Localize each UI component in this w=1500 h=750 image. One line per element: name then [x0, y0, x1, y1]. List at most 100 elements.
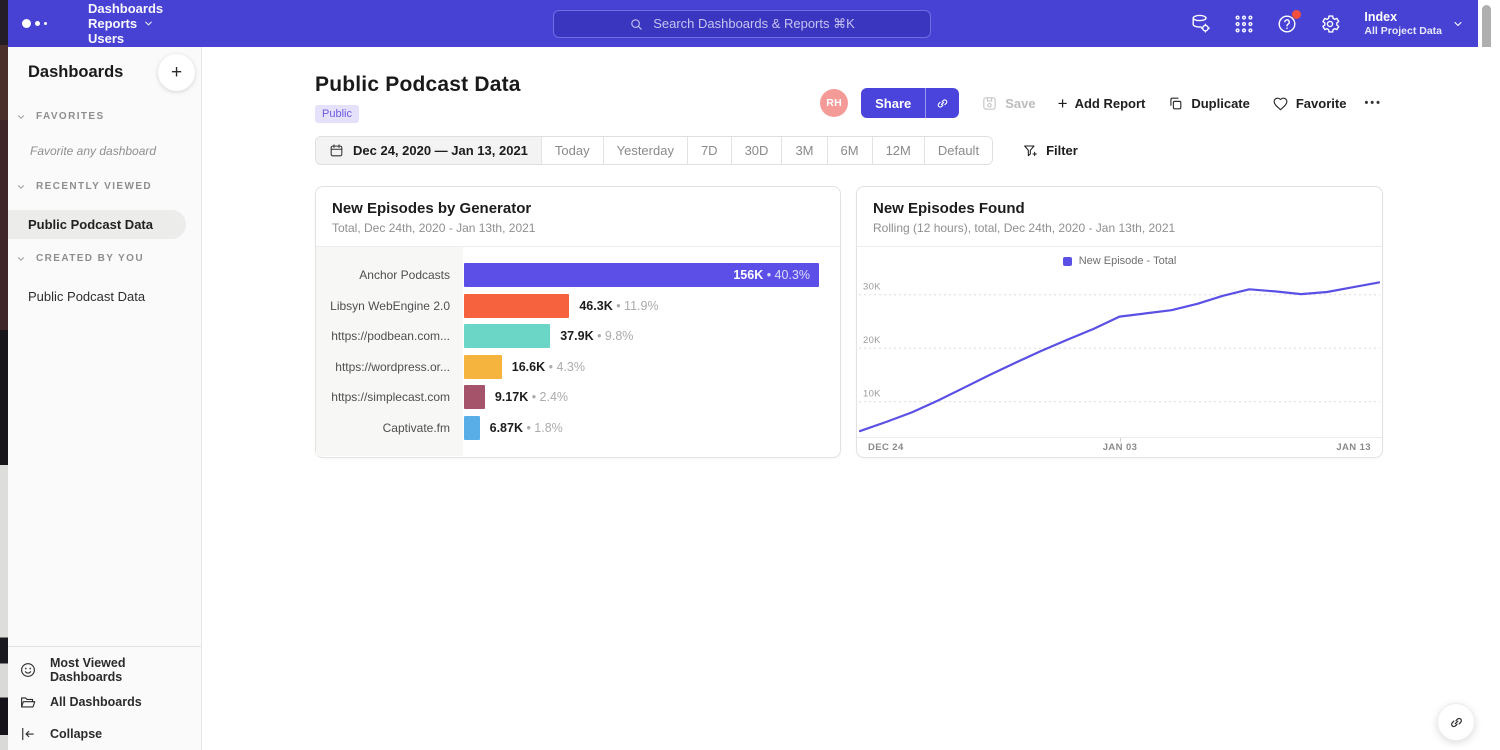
notification-badge [1292, 10, 1301, 19]
x-axis-tick [1120, 438, 1121, 442]
filter-button[interactable]: Filter [1022, 143, 1078, 159]
preset-today[interactable]: Today [541, 137, 603, 164]
page-title: Public Podcast Data [315, 73, 521, 97]
app-logo-icon[interactable] [22, 19, 64, 28]
legend-swatch [1063, 257, 1072, 266]
preset-3m[interactable]: 3M [781, 137, 826, 164]
most-viewed-dashboards-button[interactable]: Most Viewed Dashboards [8, 654, 201, 686]
section-created-by-you[interactable]: CREATED BY YOU [16, 253, 144, 264]
bar-category-label: Anchor Podcasts [316, 268, 463, 282]
nav-item-reports[interactable]: Reports [88, 16, 163, 31]
card-new-episodes-found: New Episodes Found Rolling (12 hours), t… [856, 186, 1383, 458]
preset-30d[interactable]: 30D [731, 137, 782, 164]
chevron-down-icon [143, 18, 154, 29]
all-dashboards-button[interactable]: All Dashboards [8, 686, 201, 718]
bar-value-label: 156K • 40.3% [733, 268, 819, 282]
bar-category-label: Captivate.fm [316, 421, 463, 435]
bar-segment[interactable] [464, 385, 485, 409]
save-button[interactable]: Save [981, 95, 1035, 112]
y-tick-label: 30K [863, 282, 881, 293]
bar-value-label: 9.17K • 2.4% [495, 390, 568, 404]
navbar-right-cluster: Index All Project Data [1190, 0, 1464, 47]
visibility-badge: Public [315, 105, 359, 123]
bar-segment[interactable] [464, 294, 569, 318]
bar-row: Libsyn WebEngine 2.046.3K • 11.9% [316, 291, 840, 322]
primary-nav: DashboardsReportsUsers [64, 1, 163, 46]
line-chart: New Episode - Total 10K20K30K DEC 24 JAN… [857, 247, 1382, 456]
bar-category-label: https://simplecast.com [316, 390, 463, 404]
link-icon [935, 96, 950, 111]
date-toolbar: Dec 24, 2020 — Jan 13, 2021 TodayYesterd… [315, 136, 1078, 165]
line-chart-svg[interactable]: 10K20K30K [859, 277, 1380, 437]
add-dashboard-button[interactable]: + [158, 54, 195, 91]
preset-7d[interactable]: 7D [687, 137, 731, 164]
preset-6m[interactable]: 6M [827, 137, 872, 164]
card-header: New Episodes by Generator Total, Dec 24t… [316, 187, 840, 247]
folder-icon [19, 693, 37, 711]
collapse-icon [19, 725, 37, 743]
duplicate-button[interactable]: Duplicate [1167, 95, 1250, 112]
sidebar-item-public-podcast-data-created[interactable]: Public Podcast Data [8, 283, 186, 309]
card-subtitle: Total, Dec 24th, 2020 - Jan 13th, 2021 [332, 221, 824, 235]
search-icon [629, 17, 644, 32]
bar-category-label: Libsyn WebEngine 2.0 [316, 299, 463, 313]
y-tick-label: 10K [863, 389, 881, 400]
collapse-sidebar-button[interactable]: Collapse [8, 718, 201, 750]
card-title: New Episodes by Generator [332, 200, 824, 217]
preset-12m[interactable]: 12M [872, 137, 924, 164]
copy-icon [1167, 95, 1184, 112]
bar-segment[interactable] [464, 324, 550, 348]
chart-legend[interactable]: New Episode - Total [857, 255, 1382, 267]
date-segmented-control: Dec 24, 2020 — Jan 13, 2021 TodayYesterd… [315, 136, 993, 165]
chevron-down-icon [16, 182, 26, 192]
plus-icon: + [1058, 95, 1068, 112]
copy-share-link-button[interactable] [925, 88, 959, 118]
date-range-picker[interactable]: Dec 24, 2020 — Jan 13, 2021 [316, 137, 541, 164]
add-report-button[interactable]: + Add Report [1058, 95, 1146, 112]
section-recently-viewed[interactable]: RECENTLY VIEWED [16, 181, 152, 192]
bar-chart: Anchor Podcasts 156K • 40.3% Libsyn WebEng… [316, 247, 840, 456]
legend-label: New Episode - Total [1079, 255, 1177, 267]
nav-item-dashboards[interactable]: Dashboards [88, 1, 163, 16]
funnel-plus-icon [1022, 143, 1038, 159]
top-navbar: DashboardsReportsUsers Search Dashboards… [8, 0, 1478, 47]
section-favorites[interactable]: FAVORITES [16, 111, 105, 122]
line-series[interactable] [860, 282, 1379, 431]
preset-yesterday[interactable]: Yesterday [603, 137, 687, 164]
heart-icon [1272, 95, 1289, 112]
favorite-button[interactable]: Favorite [1272, 95, 1347, 112]
more-actions-button[interactable]: ••• [1364, 97, 1382, 109]
x-tick-label: JAN 03 [1103, 442, 1138, 453]
link-icon [1448, 714, 1465, 731]
bar-row: Anchor Podcasts 156K • 40.3% [316, 260, 840, 291]
data-sources-icon[interactable] [1190, 13, 1212, 35]
global-search-input[interactable]: Search Dashboards & Reports ⌘K [553, 10, 931, 38]
card-subtitle: Rolling (12 hours), total, Dec 24th, 202… [873, 221, 1366, 235]
bar-row: https://wordpress.or...16.6K • 4.3% [316, 352, 840, 383]
project-switcher[interactable]: Index All Project Data [1364, 10, 1464, 37]
nav-item-users[interactable]: Users [88, 31, 163, 46]
project-subtitle: All Project Data [1364, 25, 1442, 37]
calendar-icon [329, 143, 344, 158]
bar-segment[interactable] [464, 416, 480, 440]
bar-segment[interactable] [464, 355, 502, 379]
page-actions: RH Share Save + Add Report Duplicate Fav… [820, 88, 1382, 118]
x-axis: DEC 24 JAN 03 JAN 13 [857, 437, 1382, 456]
sidebar-item-public-podcast-data-recent[interactable]: Public Podcast Data [8, 210, 186, 239]
sidebar: Dashboards + FAVORITES Favorite any dash… [8, 47, 202, 750]
bar-value-label: 16.6K • 4.3% [512, 360, 585, 374]
card-header: New Episodes Found Rolling (12 hours), t… [857, 187, 1382, 247]
avatar[interactable]: RH [820, 89, 848, 117]
settings-gear-icon[interactable] [1319, 13, 1341, 35]
preset-default[interactable]: Default [924, 137, 992, 164]
desktop-edge [0, 0, 8, 750]
x-tick-label: DEC 24 [868, 442, 904, 453]
bar-value-label: 6.87K • 1.8% [490, 421, 563, 435]
floating-share-link-button[interactable] [1437, 703, 1475, 741]
bar-segment[interactable]: 156K • 40.3% [464, 263, 819, 287]
share-button[interactable]: Share [861, 88, 959, 118]
project-name: Index [1364, 10, 1442, 25]
x-tick-label: JAN 13 [1336, 442, 1371, 453]
help-icon[interactable] [1276, 13, 1298, 35]
apps-grid-icon[interactable] [1233, 13, 1255, 35]
